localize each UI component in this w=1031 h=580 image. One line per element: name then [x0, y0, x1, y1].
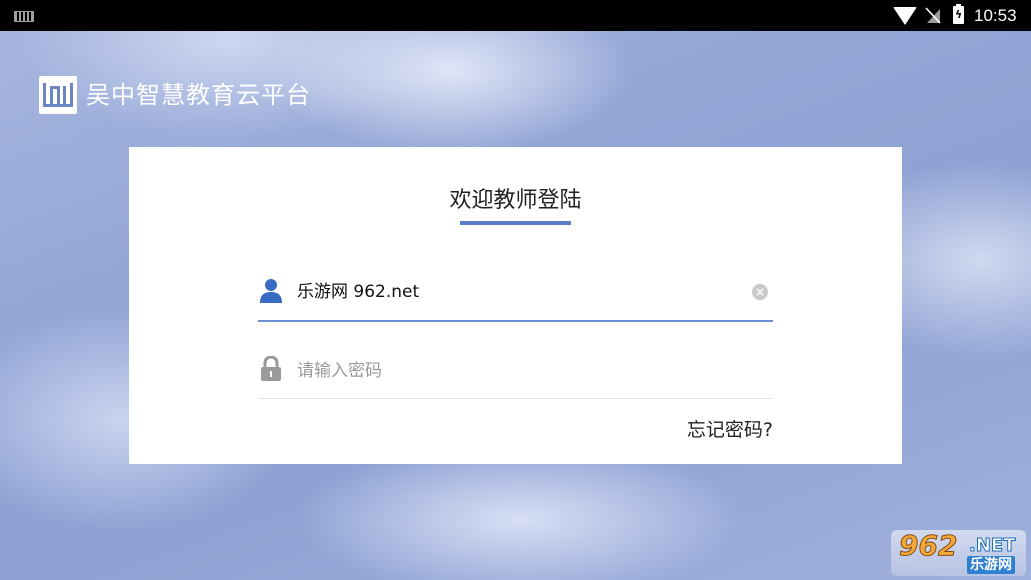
screen: ϟ 10:53 吴中智慧教育云平台 欢迎教师登陆 乐游网 962.net × 请…	[0, 0, 1031, 580]
battery-charging-icon: ϟ	[953, 4, 964, 24]
login-title: 欢迎教师登陆	[449, 188, 582, 213]
status-bar: ϟ 10:53	[0, 0, 1031, 31]
watermark-logo: 962 .NET 乐游网	[891, 529, 1026, 576]
app-title: 吴中智慧教育云平台	[86, 81, 311, 109]
wifi-icon	[893, 7, 917, 25]
username-field[interactable]: 乐游网 962.net ×	[258, 268, 773, 322]
title-underline	[460, 221, 571, 225]
password-placeholder[interactable]: 请输入密码	[297, 359, 382, 383]
user-icon	[260, 279, 282, 303]
lock-icon	[261, 356, 281, 381]
watermark-number: 962	[898, 529, 958, 562]
watermark-domain: .NET	[968, 535, 1016, 557]
forgot-password-link[interactable]: 忘记密码?	[650, 417, 773, 443]
book-logo-icon	[39, 76, 77, 114]
clear-icon[interactable]: ×	[752, 284, 768, 300]
status-clock: 10:53	[974, 6, 1017, 25]
watermark-name: 乐游网	[967, 556, 1015, 574]
password-field[interactable]: 请输入密码	[258, 346, 773, 399]
no-signal-icon	[925, 7, 941, 24]
keyboard-icon	[14, 11, 34, 22]
username-value[interactable]: 乐游网 962.net	[297, 280, 419, 304]
